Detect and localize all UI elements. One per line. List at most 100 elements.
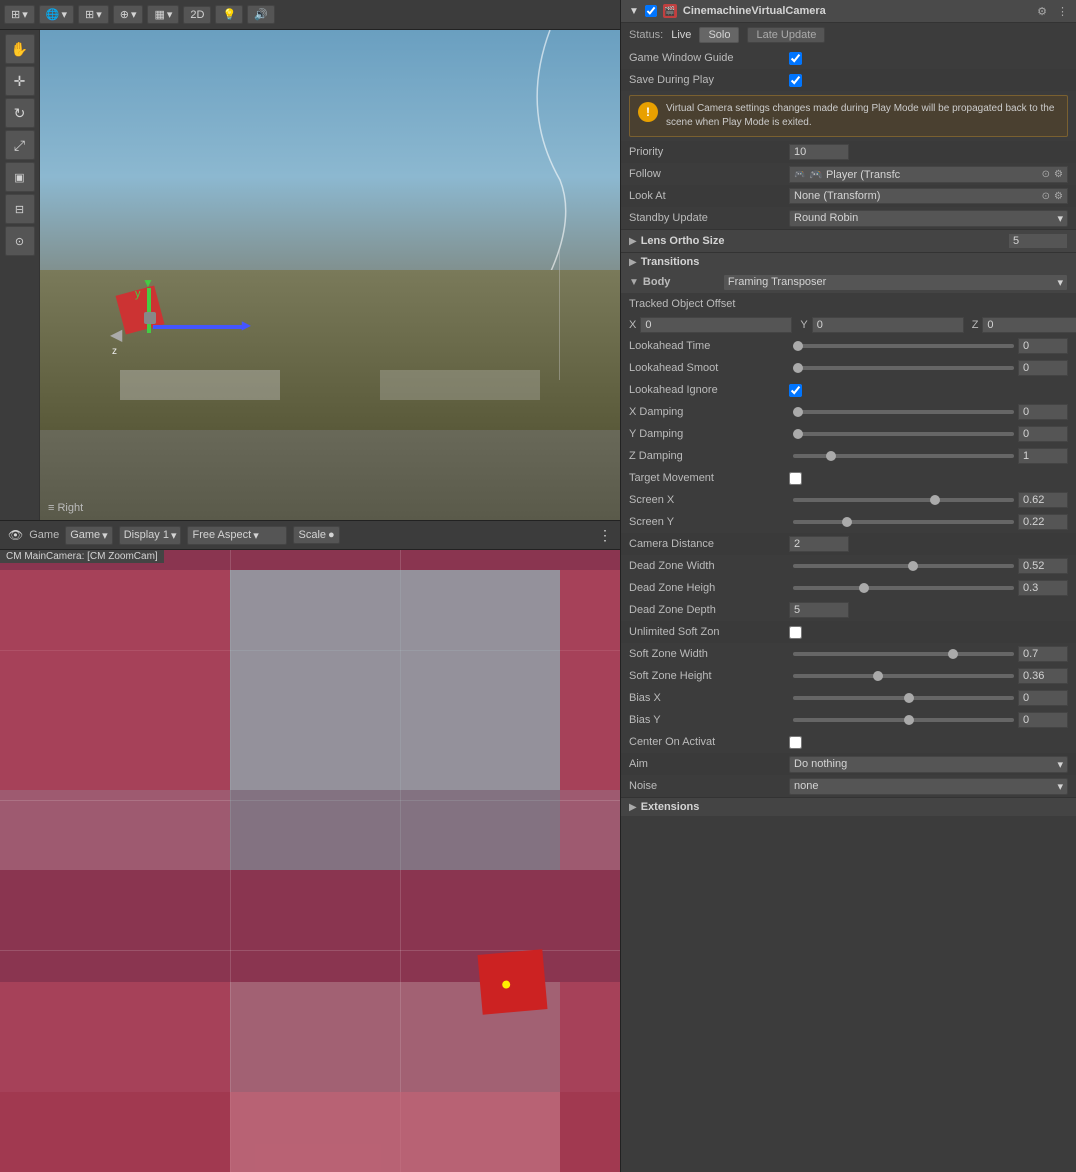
follow-settings-icon[interactable]: ⚙ bbox=[1054, 169, 1063, 180]
display-dropdown[interactable]: Display 1 ▾ bbox=[119, 526, 182, 545]
unlimited-soft-checkbox[interactable] bbox=[789, 626, 802, 639]
aspect-dropdown[interactable]: Free Aspect ▾ bbox=[187, 526, 287, 545]
toolbar-global-btn[interactable]: 🌐 ▾ bbox=[39, 5, 74, 24]
tool-custom[interactable]: ⊙ bbox=[5, 226, 35, 256]
x-damping-row: X Damping bbox=[621, 401, 1076, 423]
toolbar-grid-btn[interactable]: ⊞ ▾ bbox=[78, 5, 109, 24]
dead-zone-width-slider[interactable] bbox=[793, 564, 1014, 568]
game-more-menu[interactable]: ⋮ bbox=[598, 527, 612, 544]
scale-dropdown[interactable]: Scale ● bbox=[293, 526, 339, 544]
lookahead-ignore-checkbox[interactable] bbox=[789, 384, 802, 397]
lookahead-smooth-input[interactable] bbox=[1018, 360, 1068, 376]
look-at-settings-icon[interactable]: ⚙ bbox=[1054, 191, 1063, 202]
late-update-button[interactable]: Late Update bbox=[747, 27, 825, 43]
x-damping-slider[interactable] bbox=[793, 410, 1014, 414]
toolbar-audio-btn[interactable]: 🔊 bbox=[247, 5, 275, 24]
game-label-dropdown[interactable]: Game ▾ bbox=[65, 526, 113, 545]
screen-x-thumb[interactable] bbox=[930, 495, 940, 505]
y-damping-label: Y Damping bbox=[629, 428, 789, 440]
x-axis-arrow: ▶ bbox=[153, 325, 243, 329]
lens-ortho-row[interactable]: ▶ Lens Ortho Size bbox=[621, 229, 1076, 252]
follow-value: 🎮 Player (Transfc bbox=[809, 168, 1037, 181]
dead-zone-height-thumb[interactable] bbox=[859, 583, 869, 593]
y-damping-thumb[interactable] bbox=[793, 429, 803, 439]
tool-rect[interactable]: ▣ bbox=[5, 162, 35, 192]
toolbar-light-btn[interactable]: 💡 bbox=[215, 5, 243, 24]
target-movement-checkbox[interactable] bbox=[789, 472, 802, 485]
lookahead-smooth-slider[interactable] bbox=[793, 366, 1014, 370]
center-on-activat-row: Center On Activat bbox=[621, 731, 1076, 753]
soft-zone-height-input[interactable] bbox=[1018, 668, 1068, 684]
solo-button[interactable]: Solo bbox=[699, 27, 739, 43]
component-toggle[interactable]: ▼ bbox=[629, 6, 639, 17]
tool-scale[interactable]: ⤢ bbox=[5, 130, 35, 160]
component-settings-icon[interactable]: ⚙ bbox=[1037, 5, 1047, 18]
center-on-activat-checkbox[interactable] bbox=[789, 736, 802, 749]
soft-zone-width-thumb[interactable] bbox=[948, 649, 958, 659]
toolbar-snap-btn[interactable]: ⊕ ▾ bbox=[113, 5, 144, 24]
x-damping-input[interactable] bbox=[1018, 404, 1068, 420]
component-enabled-checkbox[interactable] bbox=[645, 5, 657, 17]
dead-zone-height-slider[interactable] bbox=[793, 586, 1014, 590]
game-window-guide-checkbox[interactable] bbox=[789, 52, 802, 65]
screen-y-input[interactable] bbox=[1018, 514, 1068, 530]
body-dropdown[interactable]: Framing Transposer ▾ bbox=[723, 274, 1068, 291]
follow-target-icon[interactable]: ⊙ bbox=[1042, 169, 1050, 180]
dead-zone-width-input[interactable] bbox=[1018, 558, 1068, 574]
lookahead-time-input[interactable] bbox=[1018, 338, 1068, 354]
dead-zone-height-input[interactable] bbox=[1018, 580, 1068, 596]
save-during-play-checkbox[interactable] bbox=[789, 74, 802, 87]
extensions-section[interactable]: ▶ Extensions bbox=[621, 797, 1076, 816]
component-menu-icon[interactable]: ⋮ bbox=[1057, 5, 1068, 18]
tool-transform[interactable]: ⊟ bbox=[5, 194, 35, 224]
tool-rotate[interactable]: ↻ bbox=[5, 98, 35, 128]
y-damping-input[interactable] bbox=[1018, 426, 1068, 442]
transitions-arrow: ▶ bbox=[629, 257, 637, 268]
z-damping-thumb[interactable] bbox=[826, 451, 836, 461]
camera-dist-input[interactable] bbox=[789, 536, 849, 552]
y-damping-slider[interactable] bbox=[793, 432, 1014, 436]
dead-zone-depth-input[interactable] bbox=[789, 602, 849, 618]
soft-zone-height-slider[interactable] bbox=[793, 674, 1014, 678]
lookahead-smooth-thumb[interactable] bbox=[793, 363, 803, 373]
tool-hand[interactable]: ✋ bbox=[5, 34, 35, 64]
toolbar-scene-btn[interactable]: ⊞ ▾ bbox=[4, 5, 35, 24]
toolbar-view-btn[interactable]: ▦ ▾ bbox=[147, 5, 179, 24]
aim-row: Aim Do nothing ▾ bbox=[621, 753, 1076, 775]
soft-zone-width-input[interactable] bbox=[1018, 646, 1068, 662]
z-damping-slider[interactable] bbox=[793, 454, 1014, 458]
screen-y-slider[interactable] bbox=[793, 520, 1014, 524]
x-damping-thumb[interactable] bbox=[793, 407, 803, 417]
offset-x-input[interactable] bbox=[640, 317, 792, 333]
tool-move[interactable]: ✛ bbox=[5, 66, 35, 96]
bias-x-slider[interactable] bbox=[793, 696, 1014, 700]
status-label: Status: bbox=[629, 29, 663, 41]
bias-x-input[interactable] bbox=[1018, 690, 1068, 706]
bias-y-input[interactable] bbox=[1018, 712, 1068, 728]
lookahead-time-thumb[interactable] bbox=[793, 341, 803, 351]
aim-dropdown[interactable]: Do nothing ▾ bbox=[789, 756, 1068, 773]
priority-input[interactable] bbox=[789, 144, 849, 160]
transitions-section[interactable]: ▶ Transitions bbox=[621, 252, 1076, 271]
soft-zone-height-thumb[interactable] bbox=[873, 671, 883, 681]
soft-zone-width-slider[interactable] bbox=[793, 652, 1014, 656]
screen-x-slider[interactable] bbox=[793, 498, 1014, 502]
screen-y-thumb[interactable] bbox=[842, 517, 852, 527]
bias-y-slider[interactable] bbox=[793, 718, 1014, 722]
z-damping-input[interactable] bbox=[1018, 448, 1068, 464]
scene-rect2 bbox=[380, 370, 540, 400]
standby-update-dropdown[interactable]: Round Robin ▾ bbox=[789, 210, 1068, 227]
look-at-target-icon[interactable]: ⊙ bbox=[1042, 191, 1050, 202]
offset-y-input[interactable] bbox=[812, 317, 964, 333]
dead-zone-width-thumb[interactable] bbox=[908, 561, 918, 571]
lens-ortho-input[interactable] bbox=[1008, 233, 1068, 249]
bias-y-thumb[interactable] bbox=[904, 715, 914, 725]
lookahead-time-slider[interactable] bbox=[793, 344, 1014, 348]
screen-x-input[interactable] bbox=[1018, 492, 1068, 508]
bias-x-thumb[interactable] bbox=[904, 693, 914, 703]
toolbar-2d-btn[interactable]: 2D bbox=[183, 6, 211, 24]
noise-dropdown[interactable]: none ▾ bbox=[789, 778, 1068, 795]
look-at-label: Look At bbox=[629, 190, 789, 202]
offset-z-input[interactable] bbox=[982, 317, 1076, 333]
scene-toolbar: ⊞ ▾ 🌐 ▾ ⊞ ▾ ⊕ ▾ ▦ ▾ 2D 💡 🔊 bbox=[0, 0, 620, 30]
